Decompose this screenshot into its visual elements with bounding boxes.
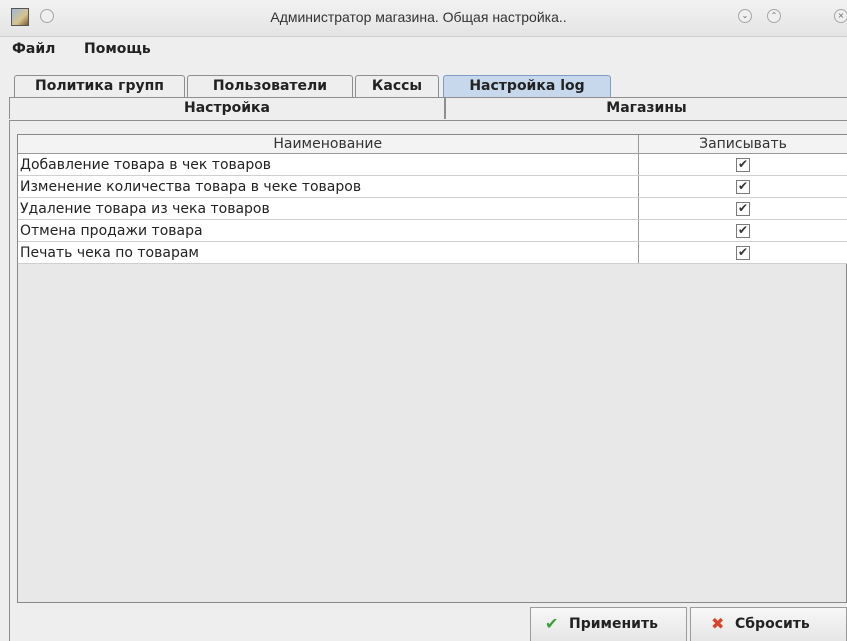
table-row[interactable]: Изменение количества товара в чеке товар… — [18, 175, 847, 198]
row-name[interactable]: Отмена продажи товара — [18, 219, 639, 242]
menu-file[interactable]: Файл — [12, 41, 55, 57]
tab-settings[interactable]: Настройка — [9, 97, 445, 119]
table-row[interactable]: Отмена продажи товара ✔ — [18, 219, 847, 242]
menu-help[interactable]: Помощь — [84, 41, 151, 57]
table-row[interactable]: Печать чека по товарам ✔ — [18, 241, 847, 264]
row-name[interactable]: Печать чека по товарам — [18, 241, 639, 264]
minimize-icon[interactable]: ⌄ — [738, 9, 752, 23]
column-header-record[interactable]: Записывать — [638, 135, 847, 154]
tab-log-settings[interactable]: Настройка log — [443, 75, 611, 97]
title-bar: Администратор магазина. Общая настройка.… — [0, 0, 847, 37]
table-row[interactable]: Добавление товара в чек товаров ✔ — [18, 153, 847, 176]
row-name[interactable]: Изменение количества товара в чеке товар… — [18, 175, 639, 198]
tab-users[interactable]: Пользователи — [187, 75, 353, 97]
record-checkbox[interactable]: ✔ — [736, 245, 750, 260]
tab-stores[interactable]: Магазины — [445, 97, 847, 119]
record-checkbox[interactable]: ✔ — [736, 157, 750, 172]
close-icon[interactable]: × — [834, 9, 847, 23]
reset-button-label: Сбросить — [735, 616, 810, 632]
row-name[interactable]: Удаление товара из чека товаров — [18, 197, 639, 220]
apply-button-label: Применить — [569, 616, 658, 632]
menu-bar: Файл Помощь — [0, 37, 847, 63]
tab-group-policy[interactable]: Политика групп — [14, 75, 185, 97]
maximize-icon[interactable]: ⌃ — [767, 9, 781, 23]
log-settings-table[interactable]: Наименование Записывать Добавление товар… — [17, 134, 847, 603]
record-checkbox[interactable]: ✔ — [736, 223, 750, 238]
red-x-icon: ✖ — [711, 614, 725, 633]
tab-cash-registers[interactable]: Кассы — [355, 75, 439, 97]
row-name[interactable]: Добавление товара в чек товаров — [18, 153, 639, 176]
apply-button[interactable]: ✔ Применить — [530, 607, 687, 641]
record-checkbox[interactable]: ✔ — [736, 179, 750, 194]
checkmark-icon: ✔ — [545, 614, 559, 633]
window-title: Администратор магазина. Общая настройка.… — [270, 9, 567, 25]
reset-button[interactable]: ✖ Сбросить — [690, 607, 847, 641]
column-header-name[interactable]: Наименование — [18, 135, 639, 154]
table-row[interactable]: Удаление товара из чека товаров ✔ — [18, 197, 847, 220]
record-checkbox[interactable]: ✔ — [736, 201, 750, 216]
